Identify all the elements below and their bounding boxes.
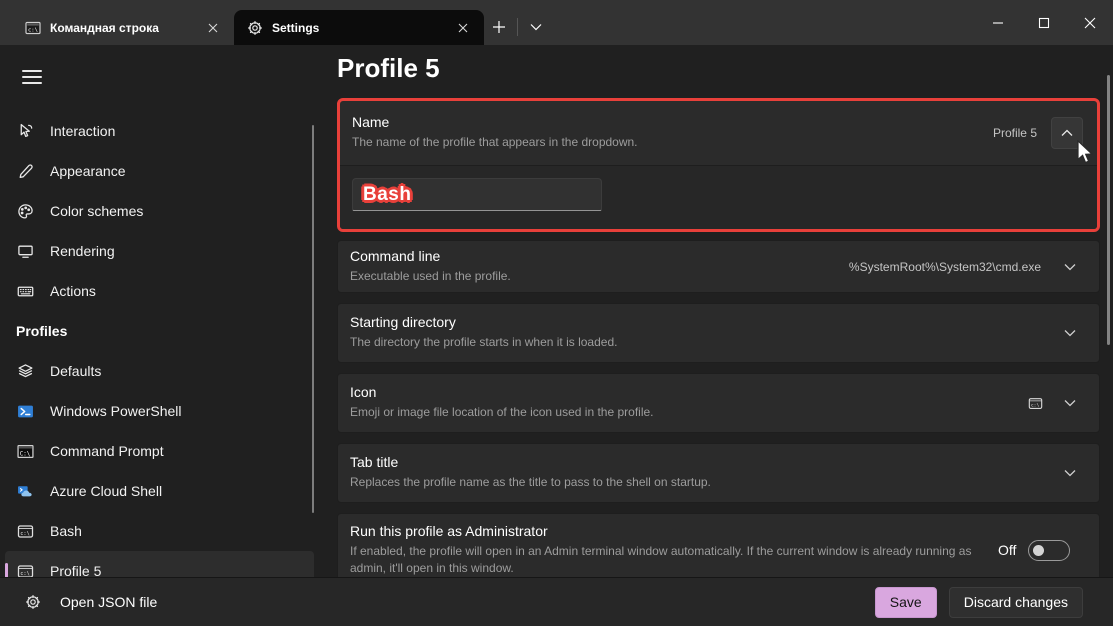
tab-title-setting-card[interactable]: Tab title Replaces the profile name as t…	[337, 443, 1100, 503]
tab-dropdown-button[interactable]	[521, 12, 551, 42]
windows-terminal-settings-window: c:\ Командная строка Settings	[0, 0, 1113, 626]
keyboard-icon	[16, 282, 34, 300]
sidebar-item-color-schemes[interactable]: Color schemes	[5, 191, 314, 231]
sidebar-item-label: Windows PowerShell	[50, 403, 182, 419]
sidebar-item-actions[interactable]: Actions	[5, 271, 314, 311]
sidebar-item-label: Command Prompt	[50, 443, 164, 459]
sidebar-item-label: Interaction	[50, 123, 115, 139]
sidebar-item-appearance[interactable]: Appearance	[5, 151, 314, 191]
hamburger-menu-icon[interactable]	[14, 61, 50, 93]
page-title: Profile 5	[337, 53, 1100, 84]
sidebar-item-label: Color schemes	[50, 203, 143, 219]
close-window-button[interactable]	[1067, 0, 1113, 45]
settings-main-panel: Profile 5 Name The name of the profile t…	[320, 45, 1113, 577]
sidebar-item-rendering[interactable]: Rendering	[5, 231, 314, 271]
sidebar-scrollbar[interactable]	[312, 125, 314, 513]
sidebar-item-azure-cloud-shell[interactable]: Azure Cloud Shell	[5, 471, 314, 511]
close-tab-icon[interactable]	[202, 17, 224, 39]
sidebar-item-label: Actions	[50, 283, 96, 299]
icon-setting-card[interactable]: Icon Emoji or image file location of the…	[337, 373, 1100, 433]
chevron-down-icon[interactable]	[1055, 388, 1085, 418]
svg-text:C:\: C:\	[19, 451, 30, 457]
setting-title: Tab title	[350, 454, 1039, 470]
discard-changes-button[interactable]: Discard changes	[949, 587, 1083, 618]
minimize-button[interactable]	[975, 0, 1021, 45]
maximize-button[interactable]	[1021, 0, 1067, 45]
sidebar-item-label: Azure Cloud Shell	[50, 483, 162, 499]
pen-icon	[16, 162, 34, 180]
gear-icon	[246, 19, 264, 37]
setting-description: If enabled, the profile will open in an …	[350, 543, 982, 578]
cmd-icon: C:\	[16, 442, 34, 460]
setting-value: %SystemRoot%\System32\cmd.exe	[849, 260, 1041, 274]
sidebar-item-interaction[interactable]: Interaction	[5, 111, 314, 151]
gear-icon	[24, 593, 42, 611]
sidebar-item-label: Appearance	[50, 163, 126, 179]
profile-name-input-value: Bash	[363, 184, 411, 206]
chevron-up-icon[interactable]	[1051, 117, 1083, 149]
setting-value: Profile 5	[993, 126, 1037, 140]
new-tab-button[interactable]	[484, 12, 514, 42]
svg-text:c:\: c:\	[20, 571, 30, 577]
toggle-state-label: Off	[998, 542, 1016, 558]
sidebar-item-label: Bash	[50, 523, 82, 539]
tab-command-prompt[interactable]: c:\ Командная строка	[12, 10, 234, 45]
sidebar-item-defaults[interactable]: Defaults	[5, 351, 314, 391]
open-json-file-button[interactable]: Open JSON file	[24, 593, 157, 611]
window-controls	[975, 0, 1113, 45]
name-expander-header[interactable]: Name The name of the profile that appear…	[340, 101, 1097, 165]
powershell-icon	[16, 402, 34, 420]
tab-settings[interactable]: Settings	[234, 10, 484, 45]
sidebar-item-windows-powershell[interactable]: Windows PowerShell	[5, 391, 314, 431]
sidebar-item-label: Defaults	[50, 363, 101, 379]
setting-description: The name of the profile that appears in …	[352, 134, 977, 151]
svg-text:c:\: c:\	[28, 27, 38, 33]
profile-icon-preview: c:\	[1028, 396, 1043, 411]
setting-description: Executable used in the profile.	[350, 268, 833, 285]
name-expander-content: Bash	[340, 165, 1097, 229]
palette-icon	[16, 202, 34, 220]
setting-description: Emoji or image file location of the icon…	[350, 404, 1012, 421]
save-button[interactable]: Save	[875, 587, 937, 618]
sidebar-item-bash[interactable]: c:\ Bash	[5, 511, 314, 551]
starting-directory-setting-card[interactable]: Starting directory The directory the pro…	[337, 303, 1100, 363]
layers-icon	[16, 362, 34, 380]
console-outline-icon: c:\	[16, 522, 34, 540]
sidebar-item-label: Rendering	[50, 243, 115, 259]
admin-toggle-switch[interactable]	[1028, 540, 1070, 561]
setting-title: Name	[352, 114, 977, 130]
command-line-setting-card[interactable]: Command line Executable used in the prof…	[337, 240, 1100, 293]
setting-description: The directory the profile starts in when…	[350, 334, 1039, 351]
close-tab-icon[interactable]	[452, 17, 474, 39]
tab-bar: c:\ Командная строка Settings	[0, 0, 1113, 45]
profile-name-input[interactable]: Bash	[352, 178, 602, 211]
chevron-down-icon[interactable]	[1055, 458, 1085, 488]
open-json-file-label: Open JSON file	[60, 594, 157, 610]
svg-text:c:\: c:\	[20, 531, 30, 537]
setting-title: Run this profile as Administrator	[350, 523, 982, 539]
setting-title: Icon	[350, 384, 1012, 400]
settings-footer: Open JSON file Save Discard changes	[0, 577, 1113, 626]
setting-title: Command line	[350, 248, 833, 264]
pointer-icon	[16, 122, 34, 140]
chevron-down-icon[interactable]	[1055, 318, 1085, 348]
profiles-section-header: Profiles	[0, 311, 320, 351]
chevron-down-icon[interactable]	[1055, 252, 1085, 282]
svg-text:c:\: c:\	[1031, 402, 1040, 408]
azure-cloud-icon	[16, 482, 34, 500]
run-as-admin-setting-card: Run this profile as Administrator If ena…	[337, 513, 1100, 587]
monitor-icon	[16, 242, 34, 260]
console-icon: c:\	[24, 19, 42, 37]
sidebar-item-command-prompt[interactable]: C:\ Command Prompt	[5, 431, 314, 471]
setting-description: Replaces the profile name as the title t…	[350, 474, 1039, 491]
tab-label: Командная строка	[50, 21, 194, 35]
name-setting-card-annotated: Name The name of the profile that appear…	[337, 98, 1100, 232]
setting-title: Starting directory	[350, 314, 1039, 330]
tabbar-divider	[517, 18, 518, 36]
main-scrollbar[interactable]	[1107, 75, 1110, 345]
settings-sidebar: Interaction Appearance Color schemes Ren…	[0, 45, 320, 577]
tab-label: Settings	[272, 21, 444, 35]
